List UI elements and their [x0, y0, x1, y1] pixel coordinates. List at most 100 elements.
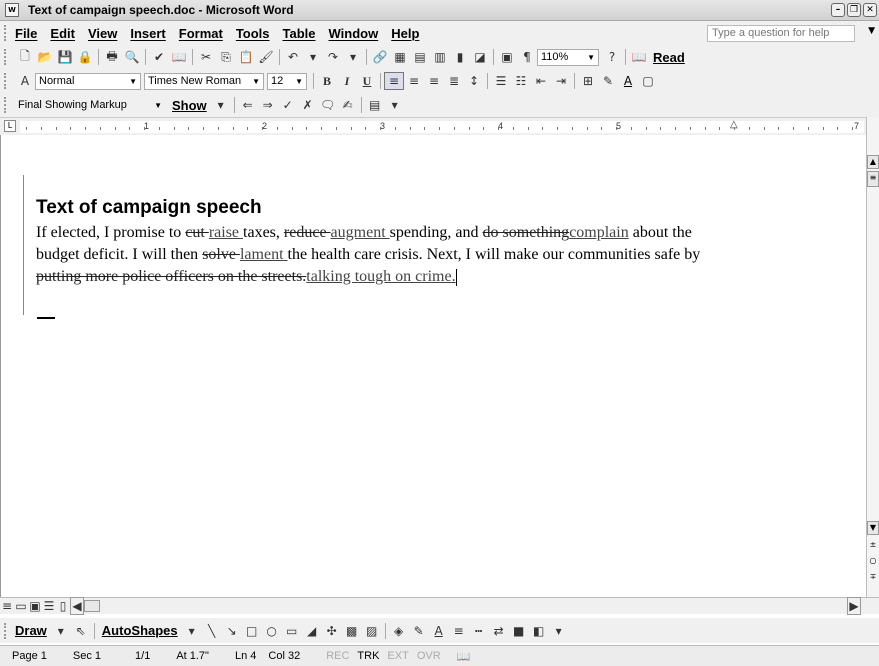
toolbar-grip[interactable] — [4, 73, 7, 89]
select-objects-icon[interactable]: ⇖ — [71, 622, 91, 640]
deleted-text[interactable]: cut — [185, 224, 209, 241]
normal-view-icon[interactable]: ≡ — [0, 597, 14, 615]
menu-table[interactable]: Table — [283, 26, 316, 41]
reject-change-icon[interactable]: ✗ — [298, 96, 318, 114]
menu-help[interactable]: Help — [391, 26, 419, 41]
arrow-tool-icon[interactable]: ↘ — [222, 622, 242, 640]
inserted-text[interactable]: complain — [569, 224, 629, 241]
horizontal-scroll-thumb[interactable] — [84, 600, 100, 612]
rectangle-tool-icon[interactable]: □ — [242, 622, 262, 640]
status-rec[interactable]: REC — [326, 650, 349, 662]
align-left-icon[interactable]: ≡ — [384, 72, 404, 90]
decrease-indent-icon[interactable]: ⇤ — [531, 72, 551, 90]
next-change-icon[interactable]: ⇒ — [258, 96, 278, 114]
help-icon[interactable]: ? — [602, 48, 622, 66]
print-preview-icon[interactable]: 🔍 — [122, 48, 142, 66]
font-color-icon[interactable]: A — [618, 72, 638, 90]
research-icon[interactable]: 📖 — [169, 48, 189, 66]
save-icon[interactable]: 💾 — [55, 48, 75, 66]
horizontal-ruler[interactable]: L 1 2 3 4 5 7 △ — [0, 117, 866, 135]
scroll-thumb[interactable]: ≡ — [867, 171, 879, 187]
menu-edit[interactable]: Edit — [50, 26, 75, 41]
deleted-text[interactable]: reduce — [284, 224, 331, 241]
reviewing-pane-icon[interactable]: ▤ — [365, 96, 385, 114]
scroll-down-icon[interactable]: ▼ — [867, 521, 879, 535]
borders-icon[interactable]: ⊞ — [578, 72, 598, 90]
hyperlink-icon[interactable]: 🔗 — [370, 48, 390, 66]
autoshapes-dropdown-icon[interactable]: ▾ — [182, 622, 202, 640]
menu-format[interactable]: Format — [179, 26, 223, 41]
draw-dropdown-icon[interactable]: ▾ — [51, 622, 71, 640]
oval-tool-icon[interactable]: ○ — [262, 622, 282, 640]
justify-icon[interactable]: ≣ — [444, 72, 464, 90]
copy-icon[interactable]: ⎘ — [216, 48, 236, 66]
redo-icon[interactable]: ↷ — [323, 48, 343, 66]
select-browse-object-icon[interactable]: ○ — [867, 555, 879, 569]
dash-style-icon[interactable]: ┅ — [469, 622, 489, 640]
menu-file[interactable]: File — [15, 26, 37, 41]
tab-selector-icon[interactable]: L — [4, 120, 16, 132]
picture-icon[interactable]: ▨ — [362, 622, 382, 640]
bold-button[interactable]: B — [317, 72, 337, 90]
font-color-icon[interactable]: A — [429, 622, 449, 640]
show-button[interactable]: Show — [172, 98, 207, 113]
bullets-icon[interactable]: ☷ — [511, 72, 531, 90]
previous-change-icon[interactable]: ⇐ — [238, 96, 258, 114]
3d-style-icon[interactable]: ◧ — [529, 622, 549, 640]
font-size-dropdown[interactable]: 12 ▼ — [267, 72, 307, 90]
highlight-icon[interactable]: ✎ — [598, 72, 618, 90]
new-document-icon[interactable]: 🗋 — [15, 48, 35, 66]
toolbar-grip[interactable] — [4, 49, 7, 65]
menubar-grip[interactable] — [4, 25, 7, 41]
show-hide-icon[interactable]: ¶ — [517, 48, 537, 66]
scroll-up-icon[interactable]: ▲ — [867, 155, 879, 169]
scroll-left-icon[interactable]: ◀ — [70, 597, 84, 615]
align-right-icon[interactable]: ≡ — [424, 72, 444, 90]
inserted-text[interactable]: augment — [331, 224, 390, 241]
status-ext[interactable]: EXT — [387, 650, 408, 662]
help-search-input[interactable]: Type a question for help — [707, 25, 855, 42]
styles-formatting-icon[interactable]: A — [15, 72, 35, 90]
body-text[interactable]: the health care crisis. Next, I will mak… — [288, 246, 701, 263]
tables-borders-icon[interactable]: ▦ — [390, 48, 410, 66]
show-dropdown-icon[interactable]: ▾ — [211, 96, 231, 114]
align-center-icon[interactable]: ≡ — [404, 72, 424, 90]
redo-dropdown-icon[interactable]: ▾ — [343, 48, 363, 66]
style-dropdown[interactable]: Normal ▼ — [35, 72, 141, 90]
diagram-icon[interactable]: ✣ — [322, 622, 342, 640]
format-painter-icon[interactable]: 🖌 — [256, 48, 276, 66]
toolbar-options-icon[interactable]: ▾ — [549, 622, 569, 640]
spelling-status-icon[interactable]: 📖 — [457, 650, 471, 663]
autoshapes-menu-button[interactable]: AutoShapes — [102, 623, 178, 638]
outline-view-icon[interactable]: ☰ — [42, 597, 56, 615]
spelling-icon[interactable]: ✔ — [149, 48, 169, 66]
arrow-style-icon[interactable]: ⇄ — [489, 622, 509, 640]
undo-dropdown-icon[interactable]: ▾ — [303, 48, 323, 66]
drawing-icon[interactable]: ◪ — [470, 48, 490, 66]
document-paragraph[interactable]: If elected, I promise to cut raise taxes… — [36, 222, 716, 288]
deleted-text[interactable]: do something — [483, 224, 570, 241]
previous-page-icon[interactable]: ± — [867, 539, 879, 553]
increase-indent-icon[interactable]: ⇥ — [551, 72, 571, 90]
insert-excel-icon[interactable]: ▥ — [430, 48, 450, 66]
accept-change-icon[interactable]: ✓ — [278, 96, 298, 114]
track-changes-icon[interactable]: ✍ — [338, 96, 358, 114]
body-text[interactable]: taxes, — [243, 224, 284, 241]
italic-button[interactable]: I — [337, 72, 357, 90]
open-icon[interactable]: 📂 — [35, 48, 55, 66]
shadow-style-icon[interactable]: ■ — [509, 622, 529, 640]
toolbar-options-icon[interactable]: ▾ — [385, 96, 405, 114]
menu-insert[interactable]: Insert — [130, 26, 165, 41]
zoom-dropdown[interactable]: 110% ▼ — [537, 48, 599, 66]
inserted-text[interactable]: talking tough on crime. — [306, 268, 455, 285]
web-layout-icon[interactable]: ▭ — [14, 597, 28, 615]
wordart-icon[interactable]: ◢ — [302, 622, 322, 640]
toolbar-grip[interactable] — [4, 97, 7, 113]
next-page-icon[interactable]: ∓ — [867, 571, 879, 585]
underline-button[interactable]: U — [357, 72, 377, 90]
clip-art-icon[interactable]: ▩ — [342, 622, 362, 640]
print-layout-icon[interactable]: ▣ — [28, 597, 42, 615]
minimize-button[interactable]: – — [831, 3, 845, 17]
status-trk[interactable]: TRK — [357, 650, 379, 662]
deleted-text[interactable]: solve — [202, 246, 240, 263]
